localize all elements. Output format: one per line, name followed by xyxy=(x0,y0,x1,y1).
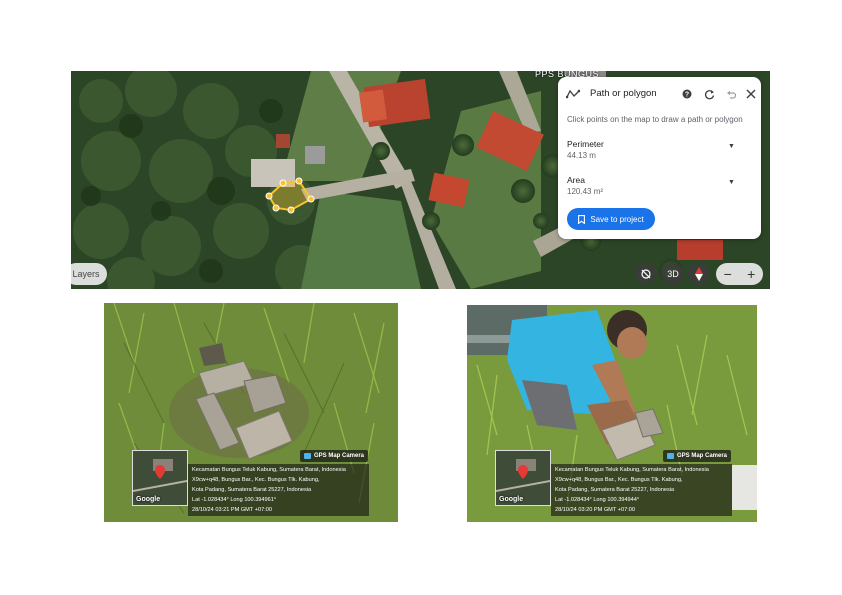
layers-label: Layers xyxy=(72,269,100,279)
panel-hint: Click points on the map to draw a path o… xyxy=(567,115,743,124)
photo-worker-placing-stones: Google GPS Map Camera Kecamatan Bungus T… xyxy=(467,305,757,522)
save-to-project-label: Save to project xyxy=(590,214,644,224)
gps-info-box: Kecamatan Bungus Teluk Kabung, Sumatera … xyxy=(188,464,369,516)
compass-icon xyxy=(695,267,703,281)
camera-icon xyxy=(304,453,311,459)
gps-overlay: Google GPS Map Camera Kecamatan Bungus T… xyxy=(467,450,757,522)
tilt-3d-button[interactable]: 3D xyxy=(662,263,684,285)
compass-button[interactable] xyxy=(688,263,710,285)
photo-corner-stones: Google GPS Map Camera Kecamatan Bungus T… xyxy=(104,303,398,522)
gps-line-4: Lat -1.028434° Long 100.394961° xyxy=(192,497,277,503)
gps-line-5: 28/10/24 03:20 PM GMT +07:00 xyxy=(555,507,635,513)
gps-line-4: Lat -1.028434° Long 100.394944° xyxy=(555,497,640,503)
redo-icon[interactable] xyxy=(702,87,716,101)
layers-button[interactable]: Layers xyxy=(71,263,107,285)
tilt-3d-label: 3D xyxy=(667,269,679,279)
gps-info-box: Kecamatan Bungus Teluk Kabung, Sumatera … xyxy=(551,464,732,516)
google-watermark: Google xyxy=(499,496,524,503)
google-watermark: Google xyxy=(136,496,161,503)
area-dropdown-caret[interactable]: ▼ xyxy=(728,179,735,186)
rotate-icon xyxy=(641,269,651,279)
perimeter-value: 44.13 m xyxy=(567,151,596,160)
satellite-map-view[interactable]: PPS BUNGUS Layers 3D − + Path or polygon… xyxy=(71,71,770,289)
gps-line-1: Kecamatan Bungus Teluk Kabung, Sumatera … xyxy=(555,467,709,473)
perimeter-label: Perimeter xyxy=(567,139,604,149)
help-icon[interactable]: ? xyxy=(680,87,694,101)
gps-camera-badge: GPS Map Camera xyxy=(300,450,369,462)
zoom-controls: − + xyxy=(716,263,763,285)
area-value: 120.43 m² xyxy=(567,187,604,196)
measure-panel: Path or polygon ? Click points on the ma… xyxy=(558,77,761,239)
gps-line-2: X9cw+q48, Bungus Bar., Kec. Bungus Tlk. … xyxy=(555,477,683,483)
panel-title: Path or polygon xyxy=(590,88,657,99)
camera-icon xyxy=(667,453,674,459)
path-icon xyxy=(566,87,580,101)
gps-camera-badge-label: GPS Map Camera xyxy=(677,453,728,459)
zoom-out-button[interactable]: − xyxy=(716,263,740,285)
svg-text:?: ? xyxy=(685,92,689,99)
bookmark-icon xyxy=(578,214,586,224)
gps-line-5: 28/10/24 03:21 PM GMT +07:00 xyxy=(192,507,272,513)
mini-map-thumbnail: Google xyxy=(132,450,188,506)
gps-camera-badge: GPS Map Camera xyxy=(663,450,732,462)
gps-camera-badge-label: GPS Map Camera xyxy=(314,453,365,459)
save-to-project-button[interactable]: Save to project xyxy=(567,208,655,230)
gps-line-3: Kota Padang, Sumatera Barat 25227, Indon… xyxy=(192,487,312,493)
mini-map-thumbnail: Google xyxy=(495,450,551,506)
area-label: Area xyxy=(567,175,585,185)
zoom-in-button[interactable]: + xyxy=(740,263,764,285)
close-icon[interactable] xyxy=(744,87,758,101)
gps-line-3: Kota Padang, Sumatera Barat 25227, Indon… xyxy=(555,487,675,493)
gps-line-2: X9cw+q48, Bungus Bar., Kec. Bungus Tlk. … xyxy=(192,477,320,483)
panel-header: Path or polygon ? xyxy=(566,87,756,103)
gps-line-1: Kecamatan Bungus Teluk Kabung, Sumatera … xyxy=(192,467,346,473)
gps-overlay: Google GPS Map Camera Kecamatan Bungus T… xyxy=(104,450,398,522)
undo-icon[interactable] xyxy=(724,87,738,101)
rotate-button[interactable] xyxy=(635,263,657,285)
perimeter-dropdown-caret[interactable]: ▼ xyxy=(728,143,735,150)
